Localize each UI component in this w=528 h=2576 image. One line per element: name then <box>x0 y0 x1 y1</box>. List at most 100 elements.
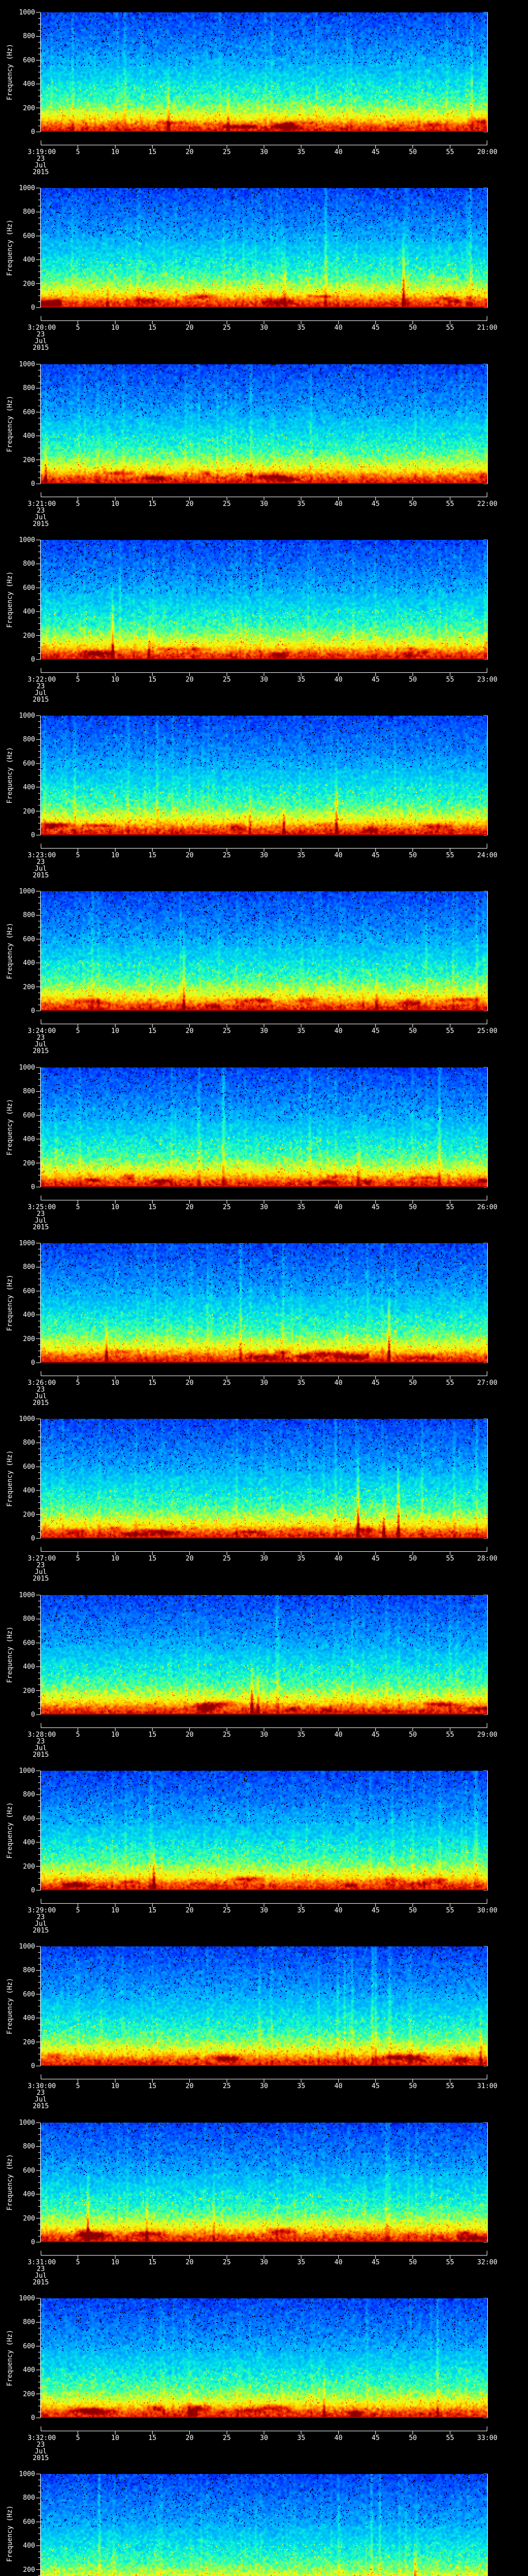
spectrogram-figure: Frequency (Hz) 3:19:00 20:00 23 Jul 2015… <box>0 0 528 2576</box>
x-tick-label: 55 <box>446 1027 454 1035</box>
y-tick-label: 600 <box>23 2166 35 2175</box>
y-tick-label: 400 <box>23 1311 35 1319</box>
x-tick-label: 25 <box>223 324 231 332</box>
y-tick-label: 1000 <box>19 361 35 368</box>
y-tick-label: 200 <box>23 1159 35 1167</box>
date-label: 23 Jul 2015 <box>0 1914 81 1934</box>
y-tick-label: 800 <box>23 32 35 41</box>
x-tick-label: 40 <box>334 1907 343 1914</box>
y-tick-label: 800 <box>23 2318 35 2327</box>
y-tick-label: 0 <box>31 1887 35 1894</box>
date-label: 23 Jul 2015 <box>0 1211 81 1231</box>
y-tick-label: 800 <box>23 1967 35 1975</box>
x-tick-label: 30 <box>260 148 268 156</box>
x-tick-label: 5 <box>76 1379 80 1387</box>
plot-area <box>41 540 487 659</box>
y-tick-label: 600 <box>23 2342 35 2350</box>
x-tick-label: 40 <box>334 500 343 508</box>
y-tick-label: 1000 <box>19 536 35 544</box>
y-tick-label: 0 <box>31 304 35 312</box>
x-tick-label: 10 <box>111 1907 120 1914</box>
y-tick-label: 400 <box>23 432 35 440</box>
x-tick-label: 25 <box>223 1731 231 1739</box>
x-tick-label: 20 <box>185 676 194 684</box>
x-axis-end-time: 21:00 <box>477 324 498 332</box>
x-tick-label: 35 <box>297 2259 305 2266</box>
x-tick-label: 40 <box>334 1555 343 1563</box>
y-tick-label: 600 <box>23 1287 35 1295</box>
x-tick-label: 30 <box>260 500 268 508</box>
x-tick-label: 35 <box>297 2434 305 2442</box>
x-tick-label: 40 <box>334 1027 343 1035</box>
x-axis-end-time: 29:00 <box>477 1731 498 1739</box>
plot-area <box>41 1595 487 1715</box>
y-tick-label: 200 <box>23 456 35 464</box>
x-tick-label: 5 <box>76 2259 80 2266</box>
y-tick-label: 400 <box>23 2191 35 2199</box>
x-tick-label: 10 <box>111 2434 120 2442</box>
plot-area <box>41 1419 487 1538</box>
y-tick-label: 200 <box>23 632 35 640</box>
x-tick-label: 15 <box>148 500 157 508</box>
x-tick-label: 50 <box>408 1379 417 1387</box>
spectrogram-panel: Frequency (Hz) 3:26:00 27:00 23 Jul 2015… <box>0 1231 528 1406</box>
x-tick-label: 30 <box>260 1379 268 1387</box>
x-tick-label: 30 <box>260 2259 268 2266</box>
spectrogram-canvas <box>41 12 487 132</box>
y-tick-label: 400 <box>23 1839 35 1847</box>
x-tick-label: 25 <box>223 1907 231 1914</box>
y-tick-label: 400 <box>23 1663 35 1671</box>
spectrogram-canvas <box>41 188 487 308</box>
y-tick-label: 0 <box>31 1007 35 1015</box>
x-tick-label: 10 <box>111 676 120 684</box>
spectrogram-panel: Frequency (Hz) 3:32:00 33:00 23 Jul 2015… <box>0 2286 528 2462</box>
x-tick-label: 40 <box>334 2082 343 2090</box>
y-tick-label: 1000 <box>19 1591 35 1599</box>
x-tick-label: 30 <box>260 1204 268 1211</box>
plot-area <box>41 1771 487 1890</box>
x-tick-label: 20 <box>185 2434 194 2442</box>
x-tick-label: 40 <box>334 148 343 156</box>
x-tick-label: 40 <box>334 324 343 332</box>
x-tick-label: 30 <box>260 852 268 859</box>
x-tick-label: 10 <box>111 2082 120 2090</box>
x-tick-label: 50 <box>408 148 417 156</box>
date-label: 23 Jul 2015 <box>0 683 81 703</box>
date-year: 2015 <box>32 520 49 528</box>
y-tick-label: 200 <box>23 1511 35 1519</box>
x-tick-label: 35 <box>297 324 305 332</box>
y-tick-label: 600 <box>23 56 35 64</box>
y-tick-label: 1000 <box>19 2470 35 2478</box>
spectrogram-panel: Frequency (Hz) 3:19:00 20:00 23 Jul 2015… <box>0 0 528 176</box>
y-tick-label: 800 <box>23 384 35 393</box>
spectrogram-panel: Frequency (Hz) 3:33:00 34:00 23 Jul 2015… <box>0 2462 528 2576</box>
x-tick-label: 50 <box>408 500 417 508</box>
x-tick-label: 55 <box>446 1204 454 1211</box>
y-tick-label: 1000 <box>19 888 35 895</box>
x-tick-label: 35 <box>297 1379 305 1387</box>
date-year: 2015 <box>32 1751 49 1759</box>
x-tick-label: 10 <box>111 1555 120 1563</box>
y-tick-label: 400 <box>23 608 35 616</box>
date-year: 2015 <box>32 344 49 352</box>
x-tick-label: 55 <box>446 324 454 332</box>
spectrogram-canvas <box>41 891 487 1011</box>
x-tick-label: 35 <box>297 852 305 859</box>
x-tick-label: 10 <box>111 148 120 156</box>
x-tick-label: 35 <box>297 148 305 156</box>
x-tick-label: 5 <box>76 500 80 508</box>
x-tick-label: 45 <box>371 1555 380 1563</box>
y-tick-label: 600 <box>23 759 35 768</box>
date-label: 23 Jul 2015 <box>0 1035 81 1055</box>
x-tick-label: 10 <box>111 2259 120 2266</box>
x-tick-label: 45 <box>371 1907 380 1914</box>
x-axis-end-time: 25:00 <box>477 1027 498 1035</box>
x-tick-label: 45 <box>371 852 380 859</box>
x-axis-end-time: 20:00 <box>477 148 498 156</box>
x-tick-label: 40 <box>334 1379 343 1387</box>
y-tick-label: 600 <box>23 1463 35 1471</box>
x-tick-label: 45 <box>371 324 380 332</box>
plot-area <box>41 2123 487 2242</box>
x-tick-label: 5 <box>76 324 80 332</box>
x-tick-label: 25 <box>223 1379 231 1387</box>
